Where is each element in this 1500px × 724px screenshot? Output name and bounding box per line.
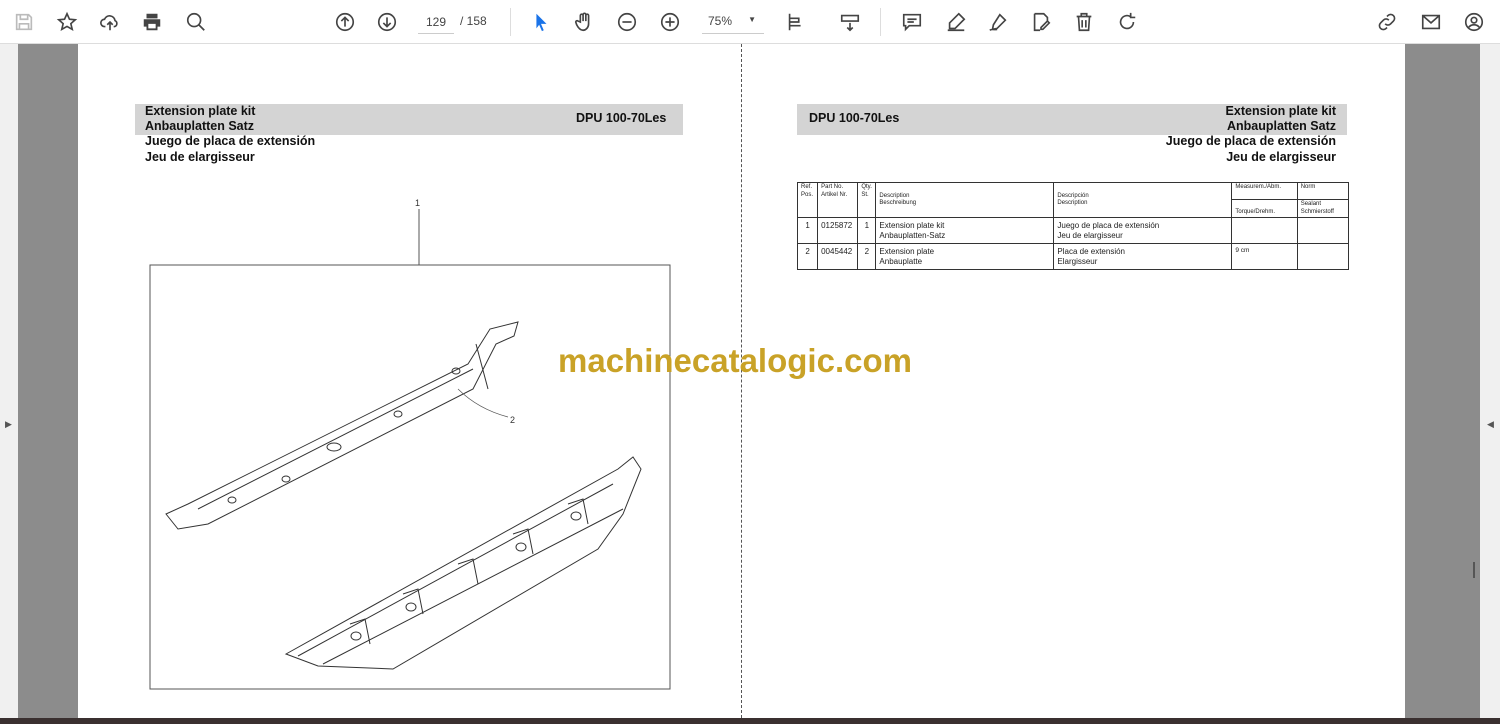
delete-icon[interactable] [1070, 8, 1098, 36]
search-zoom-icon[interactable] [182, 8, 210, 36]
extension-plate-upper [165, 321, 519, 530]
page-number-input[interactable] [418, 10, 454, 34]
right-title-en: Extension plate kit [1225, 104, 1336, 118]
parts-table: Ref. Pos. Part No. Artikel Nr. Qty. St. Des… [796, 182, 1350, 270]
scrollbar-thumb[interactable] [1473, 562, 1475, 578]
chevron-down-icon: ▼ [748, 15, 756, 24]
zoom-out-icon[interactable] [613, 8, 641, 36]
header-ref: Ref. Pos. [796, 182, 819, 218]
right-panel-toggle[interactable]: ◀ [1480, 44, 1500, 718]
page-total: / 158 [460, 14, 487, 28]
save-icon[interactable] [10, 8, 38, 36]
header-part: Part No. Artikel Nr. [817, 182, 859, 218]
expand-right-icon: ◀ [1487, 419, 1494, 429]
right-title-fr: Jeu de elargisseur [1226, 150, 1336, 164]
upload-cloud-icon[interactable] [96, 8, 124, 36]
cell-norm [1296, 217, 1350, 244]
table-row: 2 0045442 2 Extension plate Anbauplatte P… [796, 243, 1350, 270]
parts-illustration [149, 209, 671, 690]
cell-ref: 2 [796, 243, 819, 270]
document-spread: Extension plate kit Anbauplatten Satz Ju… [78, 44, 1405, 718]
header-desc2: Descripción Description [1053, 182, 1233, 218]
header-sealant: Sealant Schmierstoff [1296, 199, 1350, 218]
cell-desc1: Extension plate kit Anbauplatten-Satz [875, 217, 1055, 244]
draw-icon[interactable] [984, 8, 1012, 36]
email-icon[interactable] [1417, 8, 1445, 36]
expand-left-icon: ▶ [5, 419, 12, 429]
extension-plate-lower [284, 456, 642, 670]
callout-2: 2 [510, 415, 516, 425]
cell-desc2: Placa de extensión Elargisseur [1053, 243, 1233, 270]
cell-ref: 1 [796, 217, 819, 244]
cell-qty: 2 [857, 243, 877, 270]
print-icon[interactable] [138, 8, 166, 36]
cell-meas: 9 cm [1231, 243, 1298, 270]
toolbar: / 158 75% ▼ [0, 0, 1500, 44]
scroll-mode-icon[interactable] [836, 8, 864, 36]
zoom-level-select[interactable]: 75% ▼ [702, 10, 764, 34]
cell-desc1: Extension plate Anbauplatte [875, 243, 1055, 270]
right-title-es: Juego de placa de extensión [1165, 134, 1336, 148]
edit-text-icon[interactable] [1027, 8, 1055, 36]
left-panel-toggle[interactable]: ▶ [0, 44, 18, 718]
cell-meas [1231, 217, 1298, 244]
rotate-icon[interactable] [1113, 8, 1141, 36]
table-row: 1 0125872 1 Extension plate kit Anbauplat… [796, 217, 1350, 244]
separator [510, 8, 511, 36]
cell-qty: 1 [857, 217, 877, 244]
header-torque: Torque/Drehm. [1231, 199, 1298, 218]
comment-icon[interactable] [898, 8, 926, 36]
page-up-icon[interactable] [331, 8, 359, 36]
account-icon[interactable] [1460, 8, 1488, 36]
header-qty: Qty. St. [857, 182, 877, 218]
highlight-icon[interactable] [942, 8, 970, 36]
zoom-in-icon[interactable] [656, 8, 684, 36]
page-divider [741, 44, 742, 718]
select-cursor-icon[interactable] [527, 8, 555, 36]
separator [880, 8, 881, 36]
cell-part: 0125872 [817, 217, 859, 244]
cell-part: 0045442 [817, 243, 859, 270]
fit-page-icon[interactable] [782, 8, 810, 36]
header-desc1: Description Beschreibung [875, 182, 1055, 218]
bottom-edge [0, 718, 1500, 724]
watermark: machinecatalogic.com [558, 342, 912, 379]
zoom-level-value: 75% [708, 14, 733, 28]
right-title-de: Anbauplatten Satz [1226, 119, 1336, 133]
hand-tool-icon[interactable] [570, 8, 598, 36]
header-measurement: Measurem./Abm. [1231, 182, 1298, 200]
cell-norm [1296, 243, 1350, 270]
header-norm: Norm [1296, 182, 1350, 200]
illustration-frame [149, 264, 671, 690]
page-down-icon[interactable] [373, 8, 401, 36]
cell-desc2: Juego de placa de extensión Jeu de elargi… [1053, 217, 1233, 244]
share-link-icon[interactable] [1373, 8, 1401, 36]
right-model: DPU 100-70Les [809, 111, 900, 125]
callout-1: 1 [415, 198, 421, 208]
bookmark-star-icon[interactable] [53, 8, 81, 36]
